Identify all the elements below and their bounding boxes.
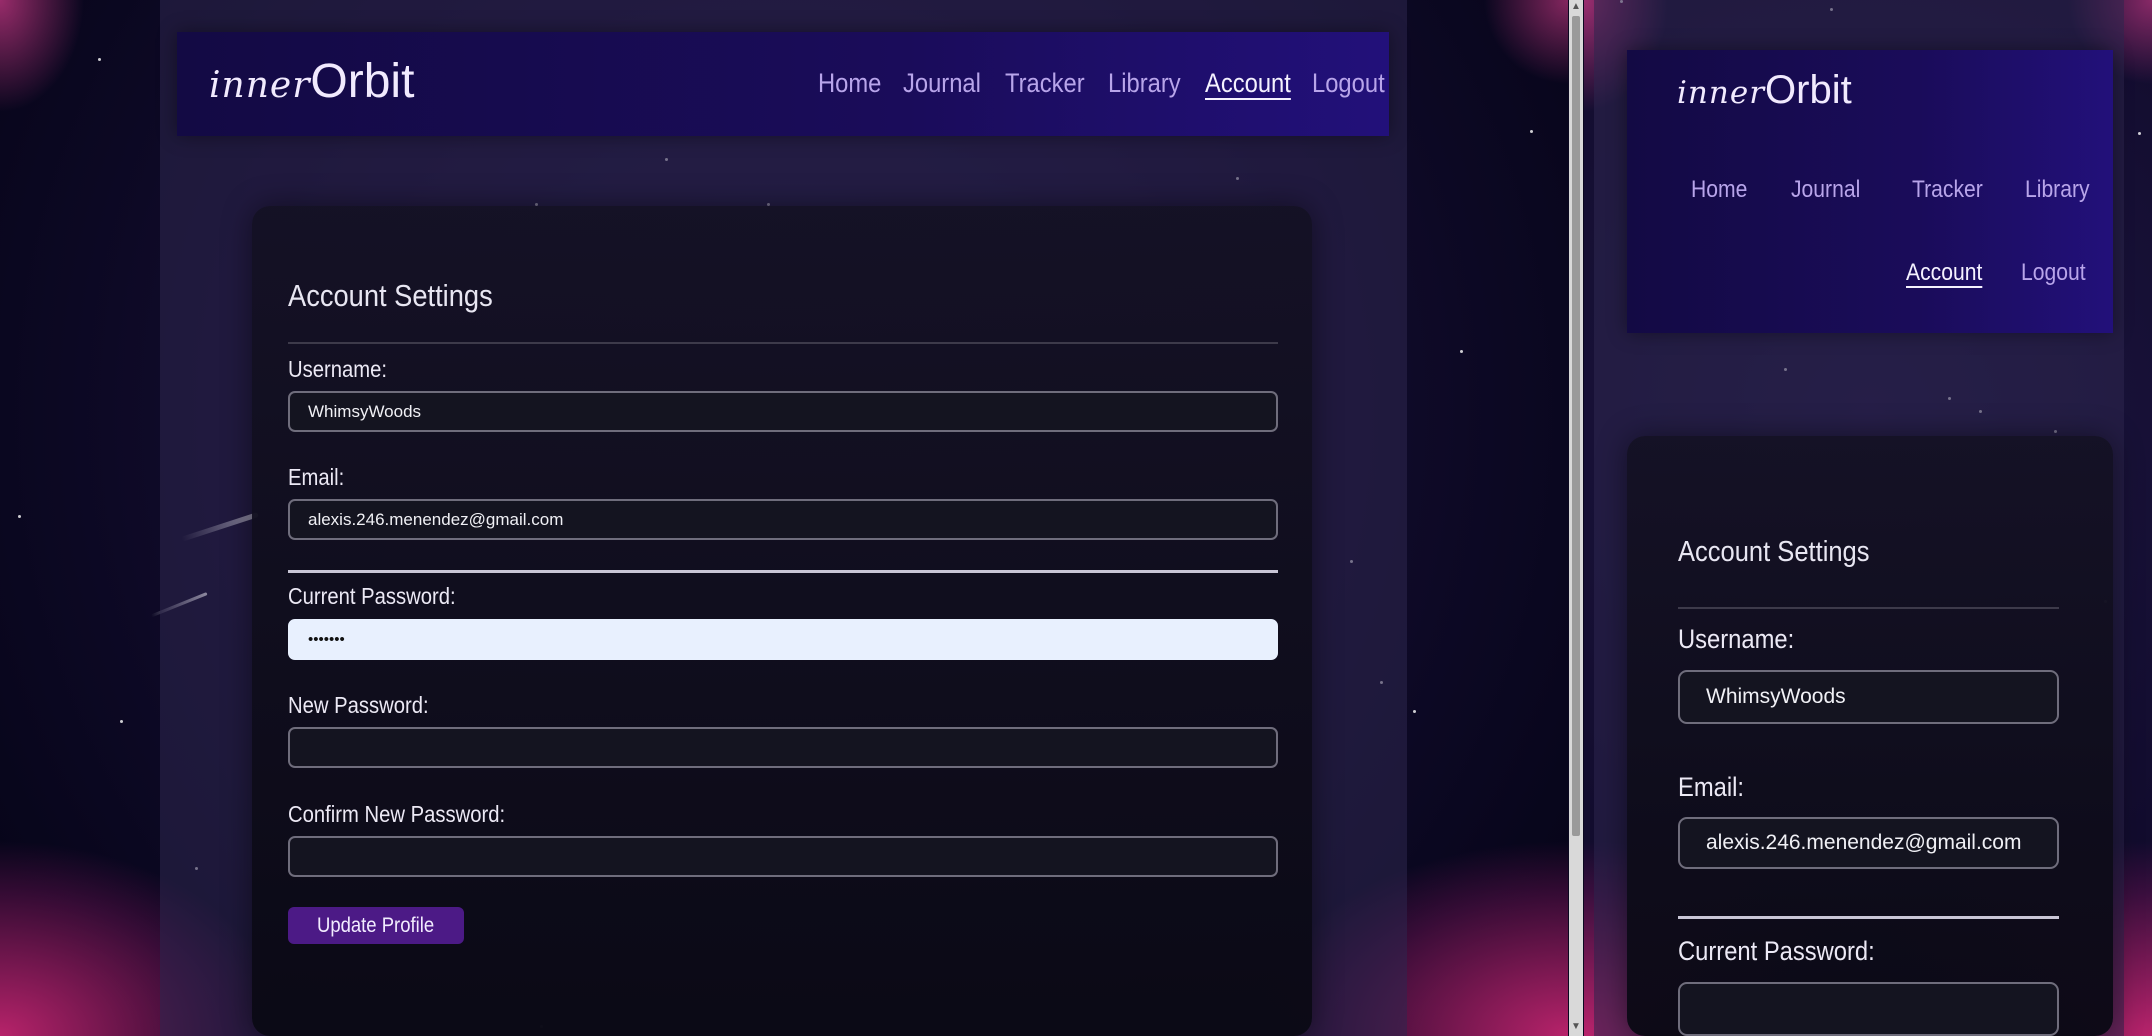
update-profile-button-label: Update Profile [317, 913, 435, 937]
nav-tracker[interactable]: Tracker [1005, 68, 1085, 99]
scrollbar-left-pane[interactable]: ▲ ▼ [1569, 0, 1583, 1036]
navbar: innerOrbit Home Journal Tracker Library … [1627, 50, 2113, 333]
username-field[interactable] [288, 391, 1278, 432]
nav-tracker[interactable]: Tracker [1912, 176, 1983, 204]
email-field[interactable] [1678, 817, 2059, 869]
confirm-password-label: Confirm New Password: [288, 801, 506, 827]
username-label: Username: [1678, 624, 1795, 654]
logo-script-text: inner [1677, 75, 1766, 111]
scrollbar-thumb[interactable] [1572, 16, 1580, 836]
new-password-label: New Password: [288, 692, 429, 718]
section-divider [288, 570, 1278, 573]
title-divider [288, 342, 1278, 344]
email-field[interactable] [288, 499, 1278, 540]
confirm-password-field[interactable] [288, 836, 1278, 877]
logo-script-text: inner [209, 65, 311, 106]
title-divider [1678, 607, 2059, 609]
page-title: Account Settings [288, 278, 493, 313]
email-label: Email: [288, 464, 345, 490]
logo-text: Orbit [1765, 68, 1852, 112]
account-settings-card: Account Settings Username: Email: Curren… [252, 206, 1312, 1036]
nav-home[interactable]: Home [1691, 176, 1747, 204]
nav-account[interactable]: Account [1906, 259, 1982, 287]
scroll-down-arrow[interactable]: ▼ [1569, 1022, 1583, 1032]
new-password-field[interactable] [288, 727, 1278, 768]
username-field[interactable] [1678, 670, 2059, 724]
page-title: Account Settings [1678, 536, 1870, 568]
nav-account[interactable]: Account [1205, 68, 1291, 99]
browser-pane-left: innerOrbit Home Journal Tracker Library … [0, 0, 1568, 1036]
nav-journal[interactable]: Journal [903, 68, 981, 99]
current-password-label: Current Password: [288, 583, 456, 609]
navbar: innerOrbit Home Journal Tracker Library … [177, 32, 1389, 136]
nav-library[interactable]: Library [2025, 176, 2090, 204]
nav-logout[interactable]: Logout [1312, 68, 1385, 99]
username-label: Username: [288, 356, 387, 382]
site-logo[interactable]: innerOrbit [1677, 68, 1852, 113]
update-profile-button[interactable]: Update Profile [288, 907, 464, 944]
logo-text: Orbit [310, 55, 415, 108]
nav-home[interactable]: Home [818, 68, 881, 99]
current-password-label: Current Password: [1678, 936, 1875, 966]
account-settings-card: Account Settings Username: Email: Curren… [1627, 436, 2113, 1036]
current-password-field[interactable] [1678, 982, 2059, 1036]
email-label: Email: [1678, 772, 1745, 802]
nav-journal[interactable]: Journal [1791, 176, 1860, 204]
section-divider [1678, 916, 2059, 919]
scroll-up-arrow[interactable]: ▲ [1569, 2, 1583, 12]
site-logo[interactable]: innerOrbit [209, 54, 414, 109]
nav-logout[interactable]: Logout [2021, 259, 2086, 287]
current-password-field[interactable] [288, 619, 1278, 660]
nav-library[interactable]: Library [1108, 68, 1181, 99]
browser-pane-right: innerOrbit Home Journal Tracker Library … [1584, 0, 2152, 1036]
